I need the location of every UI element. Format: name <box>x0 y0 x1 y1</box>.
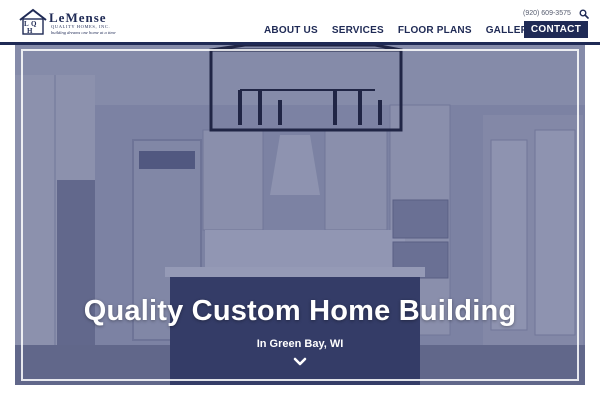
hero-title: Quality Custom Home Building <box>83 295 517 327</box>
logo-monogram-h: H <box>27 27 33 35</box>
chevron-down-icon[interactable] <box>293 357 307 367</box>
nav-services[interactable]: SERVICES <box>332 25 384 36</box>
brand-tagline: building dreams one home at a time <box>51 30 116 35</box>
nav-about-us[interactable]: ABOUT US <box>264 25 318 36</box>
house-logo-icon: L Q H <box>19 8 47 35</box>
site-header: L Q H LeMense QUALITY HOMES, INC. buildi… <box>0 0 600 44</box>
hero-banner: Quality Custom Home Building In Green Ba… <box>15 45 585 385</box>
hero-overlay <box>15 45 585 385</box>
site-logo[interactable]: L Q H LeMense QUALITY HOMES, INC. buildi… <box>18 8 148 38</box>
phone-number[interactable]: (920) 609-3575 <box>523 10 571 17</box>
main-nav: ABOUT US SERVICES FLOOR PLANS GALLERY <box>264 22 535 38</box>
hero-subtitle: In Green Bay, WI <box>256 338 344 350</box>
nav-floor-plans[interactable]: FLOOR PLANS <box>398 25 472 36</box>
search-icon[interactable] <box>579 9 589 19</box>
brand-subtitle: QUALITY HOMES, INC. <box>51 24 111 29</box>
contact-button[interactable]: CONTACT <box>524 21 588 38</box>
page-bottom <box>0 385 600 400</box>
